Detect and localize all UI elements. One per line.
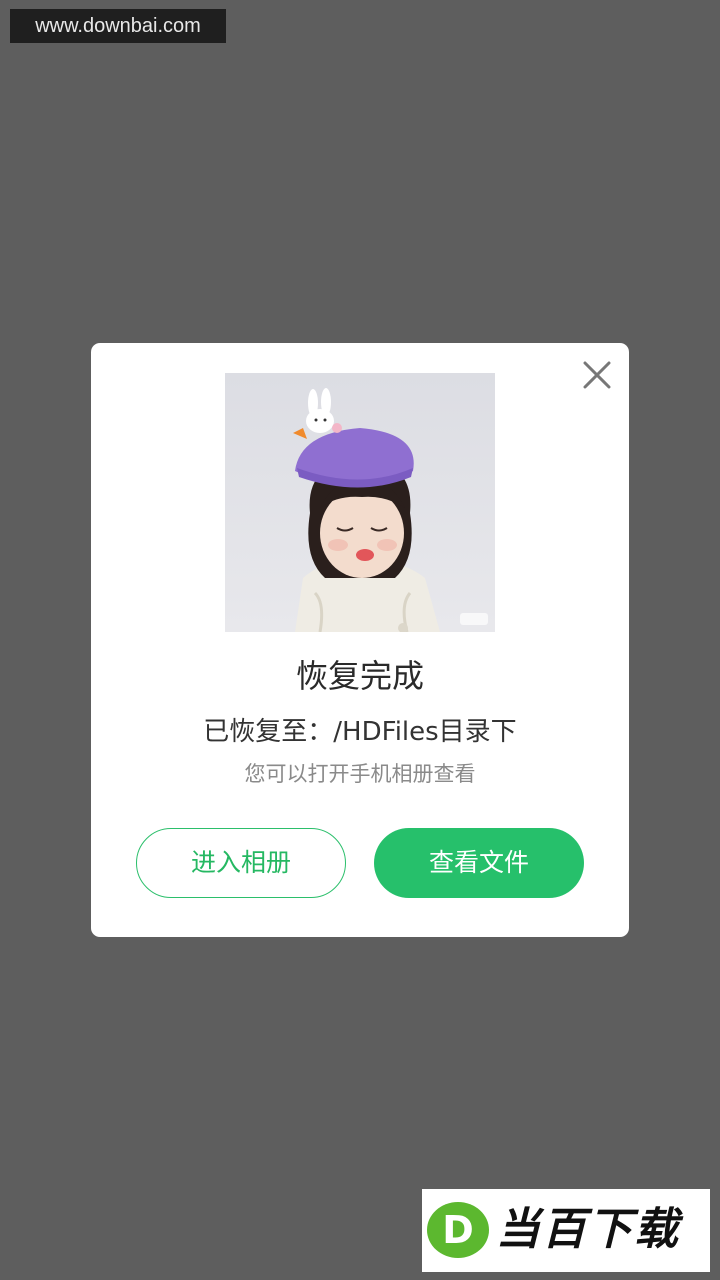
dialog-title: 恢复完成 xyxy=(295,657,424,695)
watermark-url: www.downbai.com xyxy=(10,9,226,43)
album-hint: 您可以打开手机相册查看 xyxy=(244,762,476,786)
brand-logo: D 当百下载 xyxy=(422,1189,710,1272)
close-button[interactable] xyxy=(581,359,613,391)
brand-d-icon: D xyxy=(427,1202,489,1258)
recovery-path-message: 已恢复至：/HDFiles目录下 xyxy=(203,717,517,747)
view-files-button[interactable]: 查看文件 xyxy=(374,828,584,898)
recovered-photo xyxy=(225,373,495,632)
screen-overlay: www.downbai.com 恢复完成 已恢复至：/HDFiles目录下 您可… xyxy=(0,0,720,1280)
open-album-button[interactable]: 进入相册 xyxy=(136,828,346,898)
brand-logo-text: 当百下载 xyxy=(496,1204,680,1255)
brand-logo-letter: D xyxy=(442,1208,474,1252)
close-icon xyxy=(583,361,611,389)
recovery-complete-dialog: 恢复完成 已恢复至：/HDFiles目录下 您可以打开手机相册查看 进入相册 查… xyxy=(91,343,629,937)
